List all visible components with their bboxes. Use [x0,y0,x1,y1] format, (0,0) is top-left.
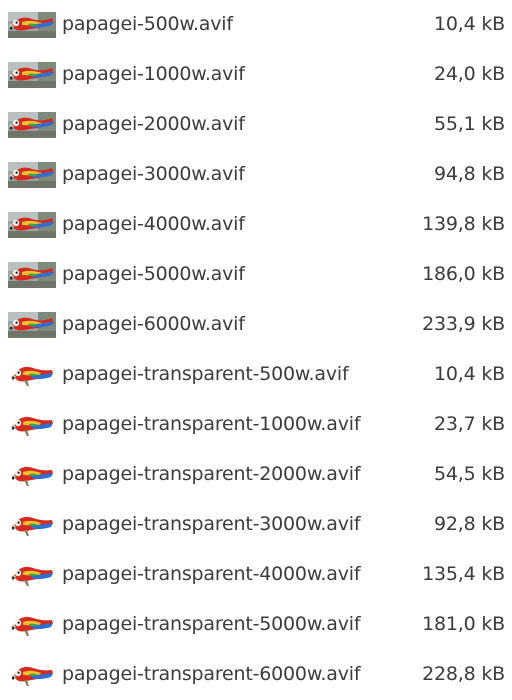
file-row[interactable]: papagei-transparent-500w.avif 10,4 kB [0,355,512,395]
file-row[interactable]: papagei-6000w.avif 233,9 kB [0,305,512,345]
file-size: 23,7 kB [434,413,505,435]
file-row[interactable]: papagei-5000w.avif 186,0 kB [0,255,512,295]
file-row[interactable]: papagei-500w.avif 10,4 kB [0,5,512,45]
file-size: 92,8 kB [434,513,505,535]
file-size: 10,4 kB [434,13,505,35]
file-name: papagei-500w.avif [62,13,233,35]
file-row[interactable]: papagei-transparent-3000w.avif 92,8 kB [0,505,512,545]
file-name: papagei-2000w.avif [62,113,245,135]
parrot-photo-thumbnail-icon [8,62,56,88]
parrot-transparent-thumbnail-icon [11,616,53,636]
file-size: 228,8 kB [422,663,505,685]
parrot-photo-thumbnail-icon [8,12,56,38]
parrot-transparent-thumbnail-icon [11,516,53,536]
parrot-transparent-thumbnail-icon [11,666,53,686]
file-row[interactable]: papagei-transparent-5000w.avif 181,0 kB [0,605,512,645]
file-size: 233,9 kB [422,313,505,335]
file-name: papagei-transparent-2000w.avif [62,463,361,485]
parrot-transparent-thumbnail-icon [11,566,53,586]
file-row[interactable]: papagei-transparent-2000w.avif 54,5 kB [0,455,512,495]
file-size: 24,0 kB [434,63,505,85]
file-size: 94,8 kB [434,163,505,185]
file-row[interactable]: papagei-4000w.avif 139,8 kB [0,205,512,245]
file-size: 186,0 kB [422,263,505,285]
parrot-photo-thumbnail-icon [8,212,56,238]
file-name: papagei-transparent-4000w.avif [62,563,361,585]
file-row[interactable]: papagei-1000w.avif 24,0 kB [0,55,512,95]
file-name: papagei-transparent-3000w.avif [62,513,361,535]
file-size: 181,0 kB [422,613,505,635]
file-name: papagei-5000w.avif [62,263,245,285]
file-row[interactable]: papagei-3000w.avif 94,8 kB [0,155,512,195]
file-name: papagei-transparent-500w.avif [62,363,349,385]
file-name: papagei-4000w.avif [62,213,245,235]
file-row[interactable]: papagei-transparent-6000w.avif 228,8 kB [0,655,512,695]
file-row[interactable]: papagei-transparent-4000w.avif 135,4 kB [0,555,512,595]
file-name: papagei-3000w.avif [62,163,245,185]
file-name: papagei-transparent-6000w.avif [62,663,361,685]
file-size: 54,5 kB [434,463,505,485]
parrot-photo-thumbnail-icon [8,162,56,188]
parrot-photo-thumbnail-icon [8,262,56,288]
parrot-transparent-thumbnail-icon [11,366,53,386]
file-row[interactable]: papagei-transparent-1000w.avif 23,7 kB [0,405,512,445]
file-name: papagei-transparent-1000w.avif [62,413,361,435]
file-name: papagei-transparent-5000w.avif [62,613,361,635]
file-size: 10,4 kB [434,363,505,385]
parrot-photo-thumbnail-icon [8,112,56,138]
file-row[interactable]: papagei-2000w.avif 55,1 kB [0,105,512,145]
parrot-transparent-thumbnail-icon [11,416,53,436]
file-size: 135,4 kB [422,563,505,585]
file-name: papagei-1000w.avif [62,63,245,85]
file-size: 55,1 kB [434,113,505,135]
file-size: 139,8 kB [422,213,505,235]
parrot-photo-thumbnail-icon [8,312,56,338]
file-name: papagei-6000w.avif [62,313,245,335]
parrot-transparent-thumbnail-icon [11,466,53,486]
